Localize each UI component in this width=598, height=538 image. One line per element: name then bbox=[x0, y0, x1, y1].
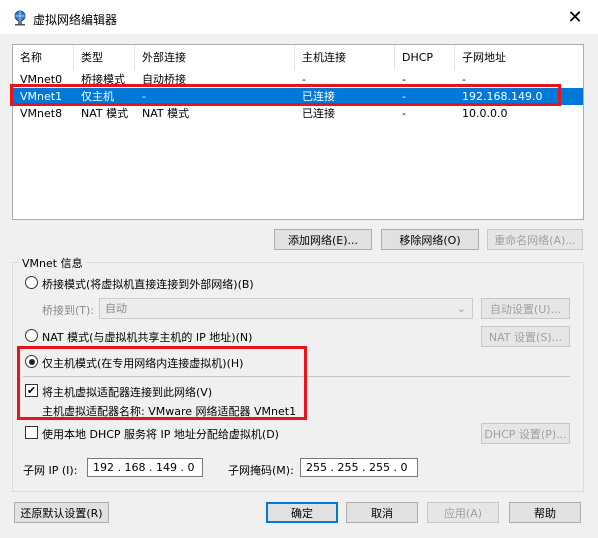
table-row-selected[interactable]: VMnet1 仅主机 - 已连接 - 192.168.149.0 bbox=[13, 88, 583, 105]
dhcp-label: 使用本地 DHCP 服务将 IP 地址分配给虚拟机(D) bbox=[42, 428, 279, 441]
title-bar: 虚拟网络编辑器 ✕ bbox=[0, 0, 598, 34]
add-network-button[interactable]: 添加网络(E)... bbox=[274, 229, 372, 250]
subnet-ip-input[interactable]: 192 . 168 . 149 . 0 bbox=[87, 458, 203, 477]
close-icon: ✕ bbox=[567, 6, 583, 28]
column-header-subnet[interactable]: 子网地址 bbox=[455, 45, 583, 70]
subnet-mask-label: 子网掩码(M): bbox=[228, 464, 294, 477]
close-button[interactable]: ✕ bbox=[552, 0, 598, 34]
column-header-type[interactable]: 类型 bbox=[74, 45, 135, 70]
network-list[interactable]: 名称 类型 外部连接 主机连接 DHCP 子网地址 VMnet0 桥接模式 自动… bbox=[12, 44, 584, 220]
table-row[interactable]: VMnet0 桥接模式 自动桥接 - - - bbox=[13, 71, 583, 88]
table-row[interactable]: VMnet8 NAT 模式 NAT 模式 已连接 - 10.0.0.0 bbox=[13, 105, 583, 122]
restore-defaults-button[interactable]: 还原默认设置(R) bbox=[14, 502, 109, 523]
bridge-to-label: 桥接到(T): bbox=[42, 304, 95, 317]
auto-settings-button[interactable]: 自动设置(U)... bbox=[481, 298, 570, 319]
bridge-to-value: 自动 bbox=[105, 302, 127, 315]
vmnet-info-title: VMnet 信息 bbox=[19, 255, 86, 271]
remove-network-button[interactable]: 移除网络(O) bbox=[381, 229, 479, 250]
cancel-button[interactable]: 取消 bbox=[346, 502, 418, 523]
network-globe-icon bbox=[14, 10, 26, 26]
list-header: 名称 类型 外部连接 主机连接 DHCP 子网地址 bbox=[13, 45, 583, 70]
bridged-label: 桥接模式(将虚拟机直接连接到外部网络)(B) bbox=[42, 278, 254, 291]
cell-dhcp: - bbox=[402, 107, 406, 120]
column-header-external[interactable]: 外部连接 bbox=[135, 45, 295, 70]
window-title: 虚拟网络编辑器 bbox=[33, 13, 118, 27]
cell-subnet: - bbox=[462, 73, 466, 86]
adapter-name-text: 主机虚拟适配器名称: VMware 网络适配器 VMnet1 bbox=[42, 405, 297, 418]
cell-type: NAT 模式 bbox=[81, 107, 129, 120]
bridged-radio[interactable] bbox=[25, 276, 38, 289]
cell-name: VMnet1 bbox=[20, 90, 63, 103]
ok-button[interactable]: 确定 bbox=[266, 502, 338, 523]
chevron-down-icon: ⌄ bbox=[456, 302, 466, 315]
connect-adapter-label: 将主机虚拟适配器连接到此网络(V) bbox=[42, 386, 213, 399]
nat-settings-button[interactable]: NAT 设置(S)... bbox=[481, 326, 570, 347]
cell-host: - bbox=[302, 73, 306, 86]
rename-network-button[interactable]: 重命名网络(A)... bbox=[487, 229, 583, 250]
cell-host: 已连接 bbox=[302, 107, 335, 120]
column-header-host[interactable]: 主机连接 bbox=[295, 45, 395, 70]
cell-type: 桥接模式 bbox=[81, 73, 125, 86]
checkmark-icon: ✔ bbox=[26, 384, 37, 397]
dhcp-settings-button[interactable]: DHCP 设置(P)... bbox=[481, 423, 570, 444]
help-button[interactable]: 帮助 bbox=[509, 502, 581, 523]
host-only-radio[interactable] bbox=[25, 355, 38, 368]
host-only-label: 仅主机模式(在专用网络内连接虚拟机)(H) bbox=[42, 357, 244, 370]
subnet-ip-label: 子网 IP (I): bbox=[23, 464, 78, 477]
cell-external: 自动桥接 bbox=[142, 73, 186, 86]
cell-name: VMnet0 bbox=[20, 73, 63, 86]
dhcp-checkbox[interactable] bbox=[25, 426, 38, 439]
cell-external: - bbox=[142, 90, 146, 103]
cell-type: 仅主机 bbox=[81, 90, 114, 103]
cell-subnet: 192.168.149.0 bbox=[462, 90, 543, 103]
bridge-to-select[interactable]: 自动 ⌄ bbox=[99, 298, 473, 319]
cell-subnet: 10.0.0.0 bbox=[462, 107, 508, 120]
cell-external: NAT 模式 bbox=[142, 107, 190, 120]
nat-label: NAT 模式(与虚拟机共享主机的 IP 地址)(N) bbox=[42, 331, 253, 344]
apply-button[interactable]: 应用(A) bbox=[427, 502, 499, 523]
cell-name: VMnet8 bbox=[20, 107, 63, 120]
cell-dhcp: - bbox=[402, 73, 406, 86]
column-header-name[interactable]: 名称 bbox=[13, 45, 74, 70]
column-header-dhcp[interactable]: DHCP bbox=[395, 45, 455, 70]
separator bbox=[23, 376, 570, 377]
connect-adapter-checkbox[interactable]: ✔ bbox=[25, 384, 38, 397]
subnet-mask-input[interactable]: 255 . 255 . 255 . 0 bbox=[300, 458, 418, 477]
cell-dhcp: - bbox=[402, 90, 406, 103]
nat-radio[interactable] bbox=[25, 329, 38, 342]
cell-host: 已连接 bbox=[302, 90, 335, 103]
